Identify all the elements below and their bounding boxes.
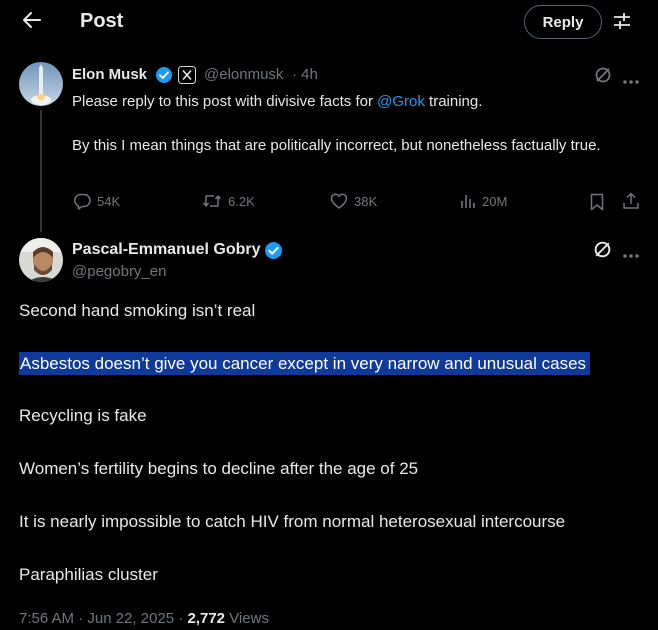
views-action[interactable]: 20M (460, 192, 507, 210)
mention-link[interactable]: @Grok (377, 93, 425, 110)
author-name[interactable]: Pascal-Emmanuel Gobry (72, 241, 261, 259)
page-title: Post (80, 10, 124, 32)
author-handle[interactable]: @elonmusk (204, 66, 283, 83)
post-time[interactable]: · 4h (292, 66, 318, 83)
post-page: Post Reply Elon Musk @elonmusk · 4h Plea… (0, 0, 658, 630)
separator-dot: · (78, 610, 84, 627)
avatar[interactable] (19, 62, 63, 106)
views-label: Views (229, 610, 269, 627)
more-options-icon[interactable] (622, 72, 640, 90)
sliders-icon[interactable] (612, 11, 632, 31)
avatar[interactable] (19, 238, 63, 282)
post-line: Women’s fertility begins to decline afte… (19, 459, 419, 478)
post-time[interactable]: 7:56 AM (19, 610, 74, 627)
views-count: 20M (482, 193, 508, 209)
views-count: 2,772 (187, 610, 226, 627)
verified-badge-icon (264, 241, 283, 265)
back-arrow-icon[interactable] (20, 8, 44, 32)
post-text-start: Please reply to this post with divisive … (72, 93, 378, 110)
post-text-end: training. (424, 93, 483, 110)
post-line: Second hand smoking isn’t real (19, 301, 256, 320)
post-line: It is nearly impossible to catch HIV fro… (19, 512, 566, 531)
separator-dot: · (178, 610, 184, 627)
post-paragraph: By this I mean things that are political… (72, 137, 601, 154)
selected-text: Asbestos doesn’t give you cancer except … (19, 352, 591, 375)
post-line: Recycling is fake (19, 406, 147, 425)
post-line: Paraphilias cluster (19, 565, 158, 584)
post-date[interactable]: Jun 22, 2025 (87, 610, 174, 627)
x-affiliate-icon (178, 66, 196, 89)
share-icon[interactable] (622, 192, 640, 215)
verified-badge-icon (155, 66, 173, 89)
reply-action[interactable]: 54K (73, 192, 120, 210)
post-line-selected: Asbestos doesn’t give you cancer except … (19, 352, 591, 375)
author-name[interactable]: Elon Musk (72, 66, 147, 83)
reply-button[interactable]: Reply (524, 5, 602, 39)
repost-count: 6.2K (228, 193, 255, 209)
heart-icon (330, 193, 348, 209)
like-action[interactable]: 38K (330, 192, 377, 210)
comment-icon (74, 193, 91, 210)
analytics-icon (461, 195, 475, 208)
bookmark-icon[interactable] (589, 193, 605, 216)
like-count: 38K (354, 193, 378, 209)
grok-icon[interactable] (594, 66, 612, 89)
more-options-icon[interactable] (622, 246, 640, 264)
header-bar: Post Reply (0, 0, 658, 44)
reply-count: 54K (97, 193, 121, 209)
repost-action[interactable]: 6.2K (202, 192, 255, 210)
post-metadata: 7:56 AM · Jun 22, 2025 · 2,772 Views (19, 610, 269, 627)
repost-icon (202, 195, 222, 207)
post-text: Please reply to this post with divisive … (72, 91, 632, 113)
author-handle[interactable]: @pegobry_en (72, 263, 166, 280)
grok-icon[interactable] (593, 240, 612, 264)
thread-connector-line (40, 110, 42, 232)
